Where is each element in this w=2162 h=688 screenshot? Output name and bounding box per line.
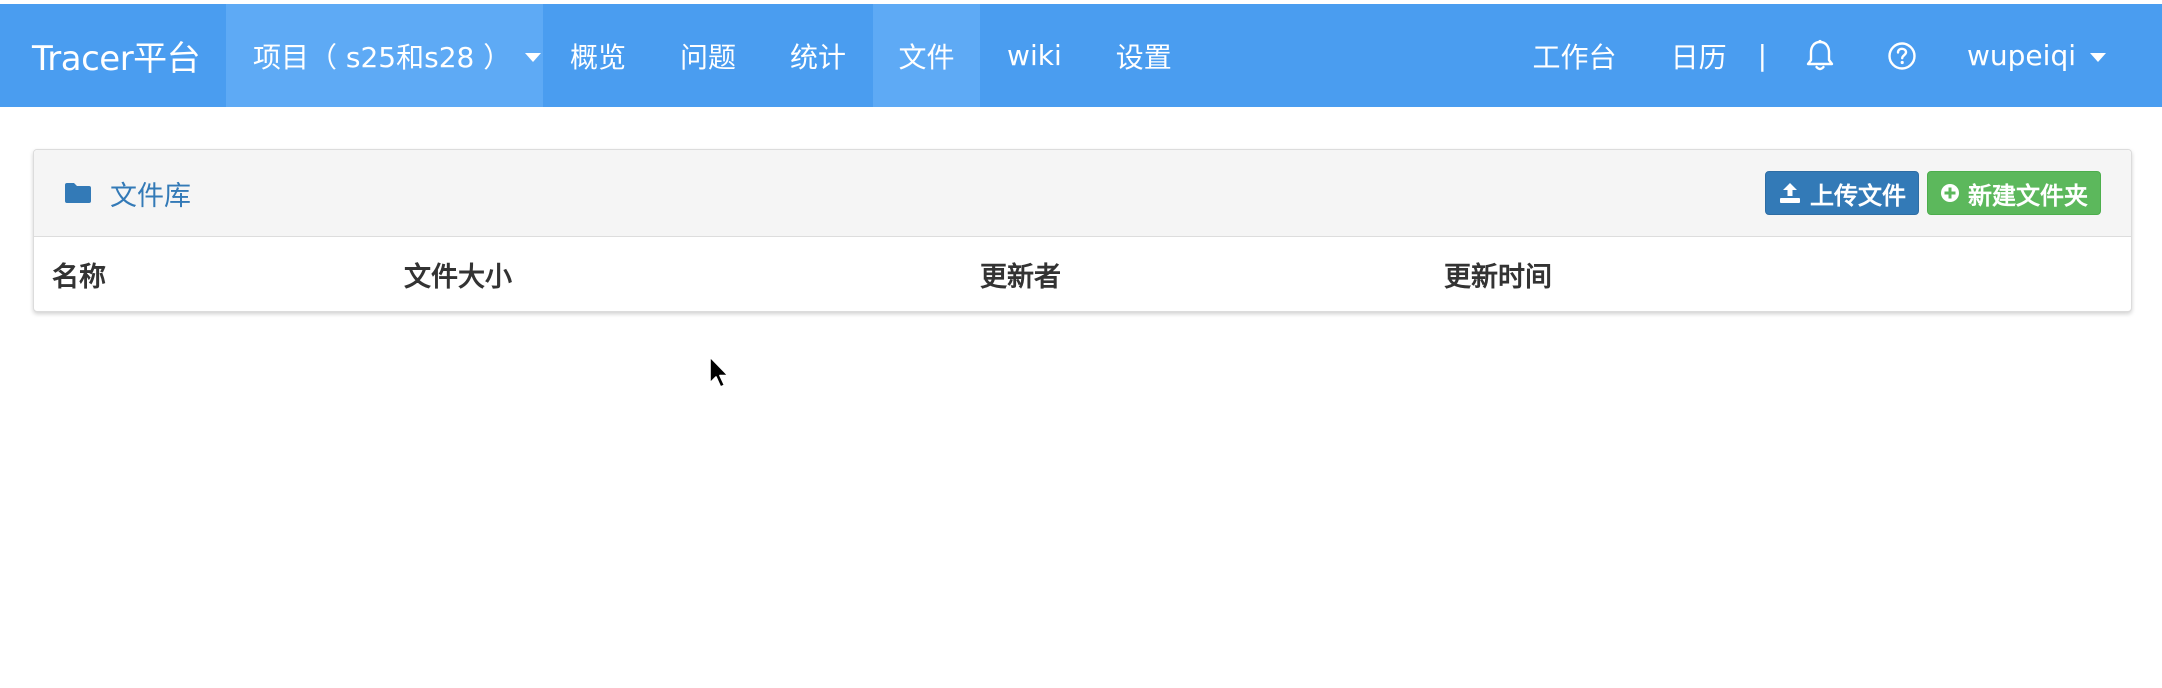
upload-file-label: 上传文件 [1810,181,1906,210]
user-name: wupeiqi [1967,39,2076,72]
panel-title[interactable]: 文件库 [64,174,191,213]
project-dropdown-label: 项目（ s25和s28 ） [253,40,512,74]
help-button[interactable] [1861,4,1943,107]
nav-item-settings[interactable]: 设置 [1089,4,1199,107]
upload-icon [1778,181,1802,205]
navbar-spacer [1199,4,1506,107]
brand-logo[interactable]: Tracer平台 [0,4,226,107]
column-header-size[interactable]: 文件大小 [404,255,980,294]
column-header-name[interactable]: 名称 [34,255,404,294]
project-dropdown[interactable]: 项目（ s25和s28 ） [226,4,543,107]
notifications-button[interactable] [1779,4,1861,107]
user-menu[interactable]: wupeiqi [1943,4,2162,107]
panel-heading: 文件库 上传文件 新建文件夹 [34,150,2131,237]
file-library-panel: 文件库 上传文件 新建文件夹 名称 文件大小 更新者 更新时间 [33,149,2132,312]
nav-separator: | [1757,39,1768,72]
new-folder-button[interactable]: 新建文件夹 [1927,171,2101,215]
nav-item-calendar[interactable]: 日历 [1644,4,1754,107]
mouse-pointer-icon [708,355,732,395]
column-header-updater[interactable]: 更新者 [980,255,1444,294]
panel-title-label: 文件库 [110,180,191,212]
caret-down-icon [2090,53,2106,62]
folder-icon [64,182,92,204]
column-header-updated-time[interactable]: 更新时间 [1444,255,1552,294]
plus-circle-icon [1940,183,1960,203]
nav-item-overview[interactable]: 概览 [543,4,653,107]
new-folder-label: 新建文件夹 [1968,181,2088,210]
caret-down-icon [525,53,542,62]
nav-item-files[interactable]: 文件 [873,4,981,107]
file-table-header: 名称 文件大小 更新者 更新时间 [34,237,2131,311]
top-navbar: Tracer平台 项目（ s25和s28 ） 概览 问题 统计 文件 wiki … [0,4,2162,107]
upload-file-button[interactable]: 上传文件 [1765,171,1919,215]
bell-icon [1805,39,1835,73]
nav-item-statistics[interactable]: 统计 [763,4,873,107]
nav-item-wiki[interactable]: wiki [980,4,1089,107]
question-circle-icon [1887,41,1917,71]
nav-item-workbench[interactable]: 工作台 [1506,4,1644,107]
nav-item-issues[interactable]: 问题 [653,4,763,107]
